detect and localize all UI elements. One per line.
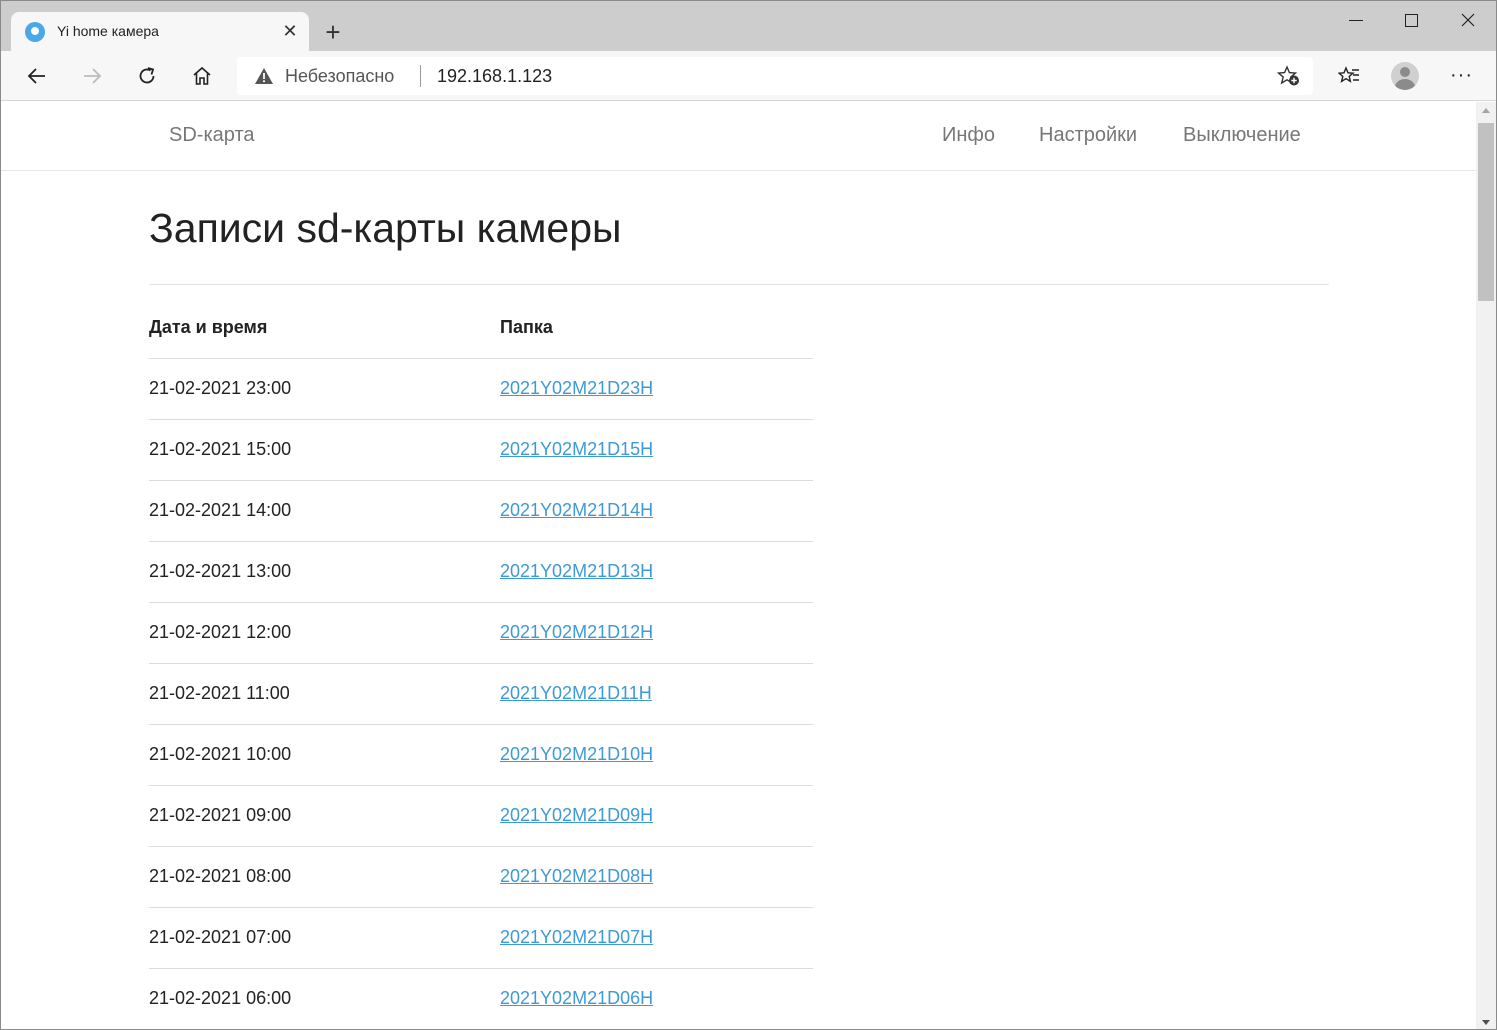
brand-link[interactable]: SD-карта — [169, 124, 255, 147]
minimize-button[interactable] — [1327, 1, 1385, 39]
record-folder-link[interactable]: 2021Y02M21D07H — [500, 927, 653, 947]
record-folder-cell: 2021Y02M21D06H — [500, 968, 813, 1029]
vertical-scrollbar[interactable] — [1476, 102, 1496, 1029]
browser-tab[interactable]: Yi home камера ✕ — [11, 12, 309, 51]
reload-icon — [139, 67, 155, 84]
url-text[interactable]: 192.168.1.123 — [437, 66, 552, 87]
warning-icon[interactable] — [254, 67, 274, 85]
table-row: 21-02-2021 14:00 2021Y02M21D14H — [149, 480, 813, 542]
home-button[interactable] — [185, 59, 219, 93]
record-datetime: 21-02-2021 15:00 — [149, 419, 500, 481]
records-table: Дата и время Папка 21-02-2021 23:00 2021… — [149, 298, 813, 1029]
more-icon: ··· — [1450, 64, 1473, 86]
nav-link-info[interactable]: Инфо — [942, 124, 995, 147]
table-row: 21-02-2021 07:00 2021Y02M21D07H — [149, 907, 813, 969]
arrow-right-icon — [84, 68, 102, 84]
record-folder-cell: 2021Y02M21D23H — [500, 358, 813, 420]
maximize-icon — [1405, 14, 1418, 27]
profile-button[interactable] — [1387, 59, 1421, 93]
record-folder-cell: 2021Y02M21D10H — [500, 724, 813, 786]
arrow-left-icon — [27, 68, 45, 84]
table-header-row: Дата и время Папка — [149, 298, 813, 359]
record-folder-cell: 2021Y02M21D15H — [500, 419, 813, 481]
record-datetime: 21-02-2021 10:00 — [149, 724, 500, 786]
home-icon — [193, 66, 211, 85]
favorites-list-icon — [1338, 66, 1359, 83]
table-row: 21-02-2021 10:00 2021Y02M21D10H — [149, 724, 813, 786]
nav-link-settings[interactable]: Настройки — [1039, 124, 1137, 147]
maximize-button[interactable] — [1383, 1, 1441, 39]
tab-close-icon[interactable]: ✕ — [279, 20, 301, 42]
site-navbar: SD-карта Инфо Настройки Выключение — [1, 102, 1476, 171]
record-folder-link[interactable]: 2021Y02M21D12H — [500, 622, 653, 642]
table-row: 21-02-2021 09:00 2021Y02M21D09H — [149, 785, 813, 847]
minimize-icon — [1349, 20, 1363, 21]
camera-favicon-icon — [25, 22, 45, 42]
record-datetime: 21-02-2021 12:00 — [149, 602, 500, 664]
record-folder-cell: 2021Y02M21D09H — [500, 785, 813, 847]
add-favorite-icon[interactable] — [1277, 65, 1301, 87]
avatar — [1391, 62, 1419, 90]
page-title: Записи sd-карты камеры — [149, 205, 622, 251]
forward-button[interactable] — [75, 59, 109, 93]
table-row: 21-02-2021 13:00 2021Y02M21D13H — [149, 541, 813, 603]
table-row: 21-02-2021 08:00 2021Y02M21D08H — [149, 846, 813, 908]
table-row: 21-02-2021 23:00 2021Y02M21D23H — [149, 358, 813, 420]
reload-button[interactable] — [130, 59, 164, 93]
record-folder-link[interactable]: 2021Y02M21D10H — [500, 744, 653, 764]
tab-strip: Yi home камера ✕ + — [1, 1, 1496, 51]
record-folder-link[interactable]: 2021Y02M21D15H — [500, 439, 653, 459]
scroll-down-arrow-icon[interactable] — [1482, 1020, 1490, 1025]
record-folder-cell: 2021Y02M21D07H — [500, 907, 813, 969]
table-row: 21-02-2021 06:00 2021Y02M21D06H — [149, 968, 813, 1029]
record-datetime: 21-02-2021 14:00 — [149, 480, 500, 542]
record-datetime: 21-02-2021 06:00 — [149, 968, 500, 1029]
table-row: 21-02-2021 12:00 2021Y02M21D12H — [149, 602, 813, 664]
tab-title: Yi home камера — [57, 23, 159, 39]
record-datetime: 21-02-2021 13:00 — [149, 541, 500, 603]
favorites-button[interactable] — [1331, 59, 1365, 93]
record-folder-cell: 2021Y02M21D13H — [500, 541, 813, 603]
table-row: 21-02-2021 11:00 2021Y02M21D11H — [149, 663, 813, 725]
page-viewport: SD-карта Инфо Настройки Выключение Запис… — [1, 102, 1476, 1029]
nav-link-shutdown[interactable]: Выключение — [1183, 124, 1301, 147]
record-datetime: 21-02-2021 08:00 — [149, 846, 500, 908]
record-folder-link[interactable]: 2021Y02M21D06H — [500, 988, 653, 1008]
scroll-up-arrow-icon[interactable] — [1482, 108, 1490, 113]
record-folder-link[interactable]: 2021Y02M21D13H — [500, 561, 653, 581]
record-folder-link[interactable]: 2021Y02M21D09H — [500, 805, 653, 825]
title-divider — [149, 284, 1329, 285]
record-datetime: 21-02-2021 07:00 — [149, 907, 500, 969]
record-folder-cell: 2021Y02M21D11H — [500, 663, 813, 725]
record-folder-link[interactable]: 2021Y02M21D11H — [500, 683, 652, 703]
column-header-folder: Папка — [500, 298, 813, 359]
record-folder-cell: 2021Y02M21D12H — [500, 602, 813, 664]
back-button[interactable] — [20, 59, 54, 93]
browser-toolbar: Небезопасно 192.168.1.123 ··· — [1, 51, 1496, 101]
record-folder-cell: 2021Y02M21D08H — [500, 846, 813, 908]
scrollbar-thumb[interactable] — [1478, 123, 1494, 301]
record-folder-link[interactable]: 2021Y02M21D14H — [500, 500, 653, 520]
address-bar[interactable]: Небезопасно 192.168.1.123 — [237, 57, 1313, 95]
table-row: 21-02-2021 15:00 2021Y02M21D15H — [149, 419, 813, 481]
browser-window: Yi home камера ✕ + Небезопасно 192.168.1… — [0, 0, 1497, 1030]
record-datetime: 21-02-2021 11:00 — [149, 663, 500, 725]
security-status[interactable]: Небезопасно — [285, 66, 394, 87]
column-header-datetime: Дата и время — [149, 298, 500, 359]
record-folder-link[interactable]: 2021Y02M21D08H — [500, 866, 653, 886]
settings-menu-button[interactable]: ··· — [1444, 59, 1478, 93]
close-window-button[interactable] — [1439, 1, 1496, 39]
new-tab-button[interactable]: + — [319, 18, 347, 46]
record-datetime: 21-02-2021 09:00 — [149, 785, 500, 847]
record-datetime: 21-02-2021 23:00 — [149, 358, 500, 420]
record-folder-link[interactable]: 2021Y02M21D23H — [500, 378, 653, 398]
address-divider — [420, 65, 421, 87]
close-icon — [1461, 13, 1475, 27]
record-folder-cell: 2021Y02M21D14H — [500, 480, 813, 542]
